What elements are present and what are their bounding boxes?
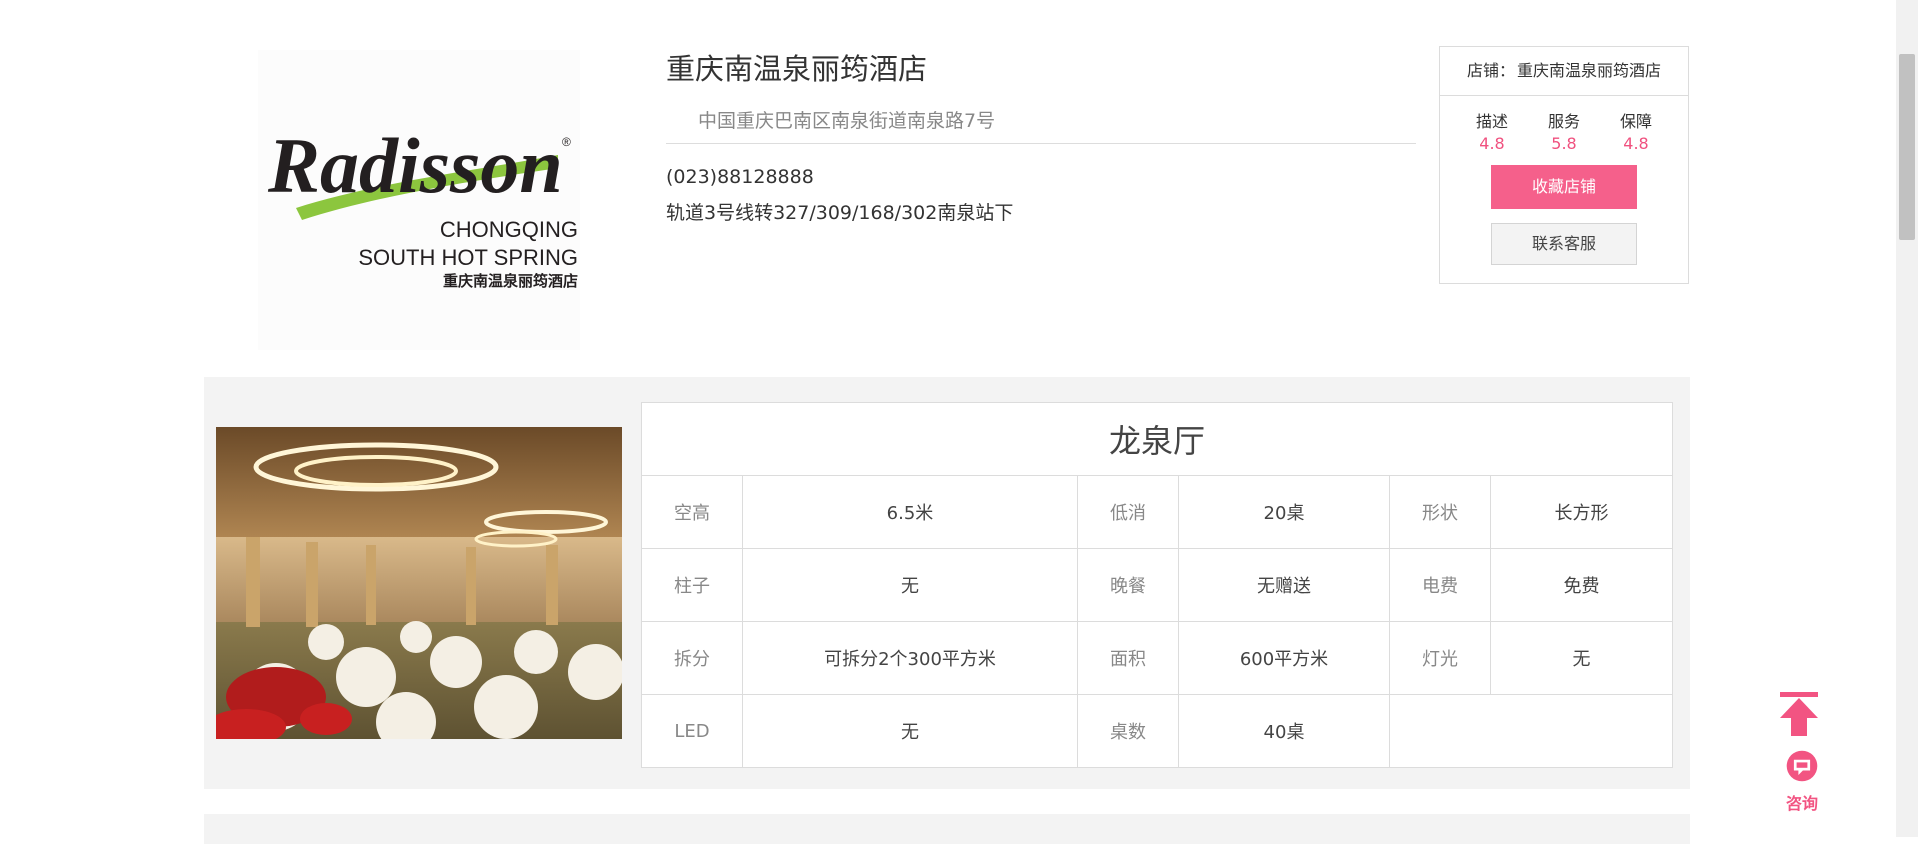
table-row: 拆分 可拆分2个300平方米 面积 600平方米 灯光 无	[641, 621, 1673, 695]
hall-attr-label: 面积	[1077, 621, 1179, 695]
rating-label: 保障	[1619, 112, 1652, 131]
scrollbar-thumb[interactable]	[1899, 54, 1915, 240]
hall-attr-value: 40桌	[1178, 694, 1390, 768]
hotel-address: 中国重庆巴南区南泉街道南泉路7号	[698, 110, 996, 132]
hall-photo[interactable]	[216, 427, 622, 739]
empty-cell	[1389, 694, 1673, 768]
hall-attr-value: 20桌	[1178, 475, 1390, 549]
logo-line2-text: SOUTH HOT SPRING	[358, 245, 578, 270]
logo-line1-text: CHONGQING	[440, 217, 578, 242]
rating-service: 服务 5.8	[1534, 108, 1594, 153]
store-title: 店铺： 重庆南温泉丽筠酒店	[1440, 47, 1688, 96]
consult-button[interactable]: 咨询	[1780, 748, 1824, 814]
hall-attr-value: 无赠送	[1178, 548, 1390, 622]
chat-bubble-icon	[1786, 750, 1818, 782]
hotel-logo: Radisson ® CHONGQING SOUTH HOT SPRING 重庆…	[258, 50, 580, 350]
hall-attr-value: 6.5米	[742, 475, 1078, 549]
hall-attr-label: 形状	[1389, 475, 1491, 549]
hall-info-table: 龙泉厅 空高 6.5米 低消 20桌 形状 长方形 柱子 无 晚餐 无赠送 电费…	[641, 402, 1673, 768]
table-row: 空高 6.5米 低消 20桌 形状 长方形	[641, 475, 1673, 549]
store-name: 重庆南温泉丽筠酒店	[1517, 61, 1662, 80]
favorite-store-button[interactable]: 收藏店铺	[1491, 165, 1637, 209]
rating-value: 5.8	[1551, 134, 1577, 153]
hall-attr-label: 低消	[1077, 475, 1179, 549]
hall-attr-value: 可拆分2个300平方米	[742, 621, 1078, 695]
svg-text:®: ®	[562, 135, 571, 149]
hall-attr-label: 空高	[641, 475, 743, 549]
store-ratings: 描述 4.8 服务 5.8 保障 4.8	[1440, 96, 1688, 153]
rating-value: 4.8	[1479, 134, 1505, 153]
info-divider	[666, 143, 1416, 144]
hall-attr-label: 电费	[1389, 548, 1491, 622]
rating-label: 服务	[1547, 112, 1580, 131]
next-hall-section	[204, 814, 1690, 844]
hall-attr-value: 免费	[1490, 548, 1673, 622]
hall-attr-value: 无	[742, 694, 1078, 768]
hall-attr-value: 无	[742, 548, 1078, 622]
hall-attr-label: 柱子	[641, 548, 743, 622]
table-row: 柱子 无 晚餐 无赠送 电费 免费	[641, 548, 1673, 622]
hotel-name: 重庆南温泉丽筠酒店	[666, 52, 928, 86]
vertical-scrollbar[interactable]	[1896, 0, 1918, 837]
rating-description: 描述 4.8	[1462, 108, 1522, 153]
hall-attr-label: LED	[641, 694, 743, 768]
consult-label: 咨询	[1785, 794, 1818, 813]
hall-attr-value: 长方形	[1490, 475, 1673, 549]
hall-section: 龙泉厅 空高 6.5米 低消 20桌 形状 长方形 柱子 无 晚餐 无赠送 电费…	[204, 377, 1690, 789]
hall-attr-label: 灯光	[1389, 621, 1491, 695]
hall-title: 龙泉厅	[641, 402, 1673, 476]
back-to-top-button[interactable]	[1776, 692, 1822, 736]
hall-attr-label: 桌数	[1077, 694, 1179, 768]
store-card: 店铺： 重庆南温泉丽筠酒店 描述 4.8 服务 5.8 保障 4.8 收藏店铺 联…	[1439, 46, 1689, 284]
logo-brand-text: Radisson	[267, 122, 563, 209]
rating-guarantee: 保障 4.8	[1606, 108, 1666, 153]
store-label: 店铺：	[1466, 61, 1515, 80]
hall-attr-value: 600平方米	[1178, 621, 1390, 695]
rating-value: 4.8	[1623, 134, 1649, 153]
contact-service-button[interactable]: 联系客服	[1491, 223, 1637, 265]
hall-attr-label: 晚餐	[1077, 548, 1179, 622]
rating-label: 描述	[1475, 112, 1508, 131]
table-row: LED 无 桌数 40桌	[641, 694, 1673, 768]
hall-attr-label: 拆分	[641, 621, 743, 695]
hotel-phone: (023)88128888	[666, 166, 814, 188]
logo-line3-text: 重庆南温泉丽筠酒店	[443, 272, 578, 290]
arrow-up-icon	[1780, 692, 1818, 736]
hotel-transport: 轨道3号线转327/309/168/302南泉站下	[666, 202, 1014, 224]
hall-attr-value: 无	[1490, 621, 1673, 695]
